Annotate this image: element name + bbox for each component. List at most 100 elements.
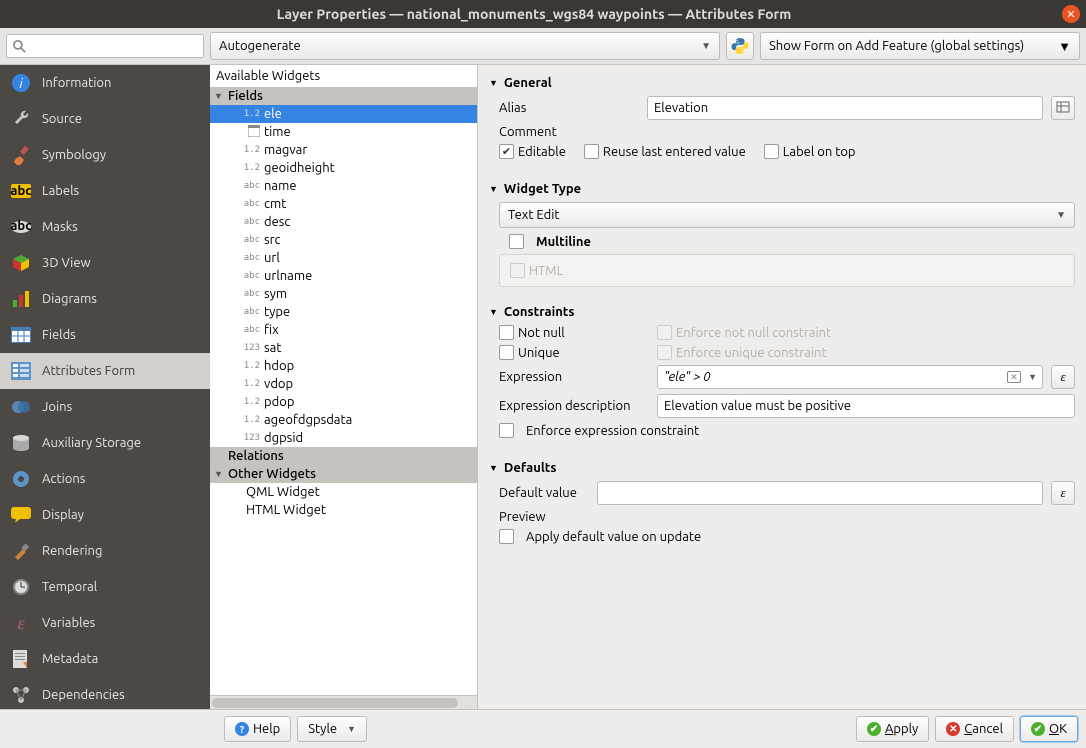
tree-field-sym[interactable]: abcsym [210,285,477,303]
show-form-dropdown[interactable]: Show Form on Add Feature (global setting… [760,32,1080,60]
default-expression-button[interactable]: ε [1051,481,1075,505]
tree-field-cmt[interactable]: abccmt [210,195,477,213]
sidebar-item-actions[interactable]: Actions [0,461,210,497]
tree-field-fix[interactable]: abcfix [210,321,477,339]
tree-field-ageofdgpsdata[interactable]: 1.2ageofdgpsdata [210,411,477,429]
tree-field-url[interactable]: abcurl [210,249,477,267]
editable-checkbox[interactable] [499,144,514,159]
group-label: Fields [228,89,263,103]
collapse-icon[interactable]: ▼ [489,463,498,473]
clear-icon[interactable]: ✕ [1007,371,1021,383]
enforce-expr-checkbox[interactable] [499,423,514,438]
style-button[interactable]: Style▼ [297,716,367,742]
tree-field-geoidheight[interactable]: 1.2geoidheight [210,159,477,177]
tree-widget-item[interactable]: HTML Widget [210,501,477,519]
labeltop-checkbox[interactable] [764,144,779,159]
chevron-down-icon[interactable]: ▼ [1028,372,1037,382]
sidebar-item-source[interactable]: Source [0,101,210,137]
tree-field-src[interactable]: abcsrc [210,231,477,249]
sidebar-item-attributes-form[interactable]: Attributes Form [0,353,210,389]
tree-group-fields[interactable]: ▼Fields [210,87,477,105]
sidebar-item-auxiliary[interactable]: Auxiliary Storage [0,425,210,461]
tree-field-hdop[interactable]: 1.2hdop [210,357,477,375]
sidebar-item-variables[interactable]: εVariables [0,605,210,641]
sidebar-item-dependencies[interactable]: Dependencies [0,677,210,709]
sidebar-item-fields[interactable]: Fields [0,317,210,353]
tree-field-sat[interactable]: 123sat [210,339,477,357]
tree-field-dgpsid[interactable]: 123dgpsid [210,429,477,447]
collapse-icon[interactable]: ▼ [214,91,228,101]
tree-field-desc[interactable]: abcdesc [210,213,477,231]
collapse-icon[interactable]: ▼ [489,184,498,194]
tree-group-relations[interactable]: Relations [210,447,477,465]
sidebar-item-3dview[interactable]: 3D View [0,245,210,281]
sidebar-item-labels[interactable]: abcLabels [0,173,210,209]
form-mode-label: Autogenerate [219,39,701,53]
horizontal-scrollbar[interactable] [210,695,477,709]
field-type-icon: abc [242,325,264,335]
cube-icon [10,252,32,274]
sidebar-item-masks[interactable]: abcMasks [0,209,210,245]
sidebar-item-symbology[interactable]: Symbology [0,137,210,173]
info-icon: i [10,72,32,94]
tree-field-urlname[interactable]: abcurlname [210,267,477,285]
field-type-icon: 1.2 [242,109,264,119]
section-constraints: ▼Constraints Not null Enforce not null c… [488,304,1076,444]
expression-label: Expression [499,370,649,384]
widgets-tree[interactable]: ▼Fields 1.2eletime1.2magvar1.2geoidheigh… [210,87,477,695]
help-button[interactable]: ?Help [224,716,291,742]
sidebar-item-information[interactable]: iInformation [0,65,210,101]
date-type-icon [242,125,264,140]
cancel-button[interactable]: ✕Cancel [935,716,1014,742]
tree-group-other[interactable]: ▼Other Widgets [210,465,477,483]
ok-button[interactable]: ✔OK [1020,716,1078,742]
tree-field-magvar[interactable]: 1.2magvar [210,141,477,159]
labeltop-label: Label on top [783,145,856,159]
field-type-icon: 1.2 [242,397,264,407]
search-input[interactable] [6,34,204,58]
sidebar-item-metadata[interactable]: Metadata [0,641,210,677]
sidebar-item-rendering[interactable]: Rendering [0,533,210,569]
expression-desc-input[interactable] [657,394,1075,418]
tree-field-name[interactable]: abcname [210,177,477,195]
mask-icon: abc [10,216,32,238]
collapse-icon[interactable]: ▼ [214,469,228,479]
collapse-icon[interactable]: ▼ [489,307,498,317]
section-general: ▼General Alias Comment Editable Reuse la… [488,75,1076,165]
unique-checkbox[interactable] [499,345,514,360]
alias-aux-button[interactable] [1051,96,1075,120]
field-name: vdop [264,377,293,391]
default-value-input[interactable] [597,481,1043,505]
field-type-icon: 1.2 [242,163,264,173]
tree-field-pdop[interactable]: 1.2pdop [210,393,477,411]
expression-builder-button[interactable]: ε [1051,365,1075,389]
tree-field-vdop[interactable]: 1.2vdop [210,375,477,393]
epsilon-icon: ε [10,612,32,634]
alias-input[interactable] [647,96,1043,120]
apply-button[interactable]: ✔ Apply [856,716,929,742]
tree-field-type[interactable]: abctype [210,303,477,321]
tree-field-time[interactable]: time [210,123,477,141]
form-mode-dropdown[interactable]: Autogenerate ▼ [210,32,720,60]
sidebar-item-display[interactable]: Display [0,497,210,533]
python-init-button[interactable] [726,32,754,60]
label-icon: abc [10,180,32,202]
table-icon [10,324,32,346]
multiline-checkbox[interactable] [509,234,524,249]
notnull-enforce-checkbox [657,325,672,340]
check-icon: ✔ [867,722,881,736]
sidebar-item-diagrams[interactable]: Diagrams [0,281,210,317]
collapse-icon[interactable]: ▼ [489,78,498,88]
close-icon[interactable]: ✕ [1062,5,1080,23]
apply-label: Apply [885,722,918,736]
apply-on-update-checkbox[interactable] [499,529,514,544]
expression-input[interactable] [657,365,1043,389]
sidebar-item-temporal[interactable]: Temporal [0,569,210,605]
sidebar-item-joins[interactable]: Joins [0,389,210,425]
tree-title: Available Widgets [210,65,477,87]
tree-widget-item[interactable]: QML Widget [210,483,477,501]
widget-type-dropdown[interactable]: Text Edit ▼ [499,202,1075,228]
notnull-checkbox[interactable] [499,325,514,340]
tree-field-ele[interactable]: 1.2ele [210,105,477,123]
reuse-checkbox[interactable] [584,144,599,159]
